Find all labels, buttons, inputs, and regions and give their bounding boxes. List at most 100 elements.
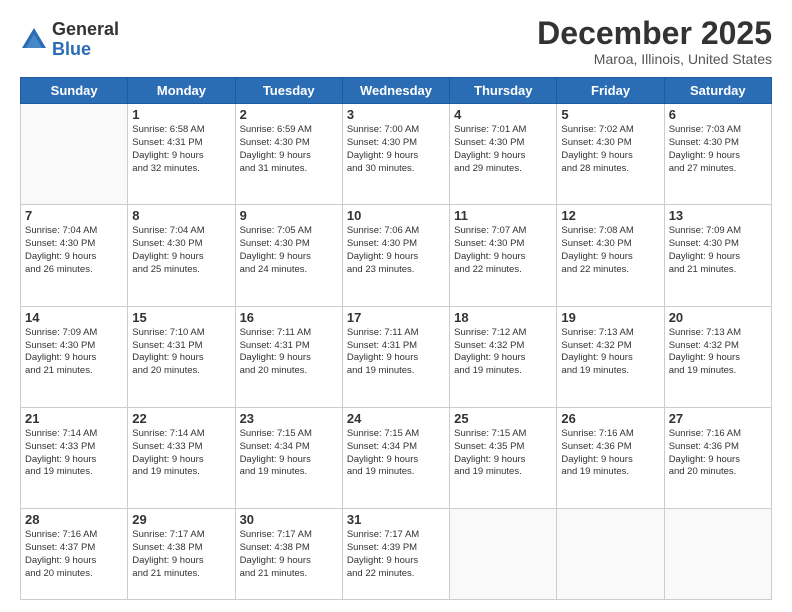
title-block: December 2025 Maroa, Illinois, United St… — [537, 16, 772, 67]
month-title: December 2025 — [537, 16, 772, 51]
day-cell — [664, 509, 771, 600]
day-number: 15 — [132, 310, 230, 325]
day-info: Sunrise: 7:04 AM Sunset: 4:30 PM Dayligh… — [25, 225, 123, 276]
day-info: Sunrise: 7:16 AM Sunset: 4:37 PM Dayligh… — [25, 529, 123, 580]
day-number: 31 — [347, 512, 445, 527]
location: Maroa, Illinois, United States — [537, 51, 772, 67]
day-header-thursday: Thursday — [450, 78, 557, 104]
day-info: Sunrise: 7:09 AM Sunset: 4:30 PM Dayligh… — [25, 327, 123, 378]
day-number: 14 — [25, 310, 123, 325]
day-cell: 29 Sunrise: 7:17 AM Sunset: 4:38 PM Dayli… — [128, 509, 235, 600]
day-number: 13 — [669, 208, 767, 223]
week-row-3: 14 Sunrise: 7:09 AM Sunset: 4:30 PM Dayli… — [21, 306, 772, 407]
day-info: Sunrise: 7:12 AM Sunset: 4:32 PM Dayligh… — [454, 327, 552, 378]
day-cell: 25 Sunrise: 7:15 AM Sunset: 4:35 PM Dayli… — [450, 407, 557, 508]
calendar-header-row: SundayMondayTuesdayWednesdayThursdayFrid… — [21, 78, 772, 104]
week-row-2: 7 Sunrise: 7:04 AM Sunset: 4:30 PM Daylig… — [21, 205, 772, 306]
day-cell: 7 Sunrise: 7:04 AM Sunset: 4:30 PM Daylig… — [21, 205, 128, 306]
day-info: Sunrise: 7:04 AM Sunset: 4:30 PM Dayligh… — [132, 225, 230, 276]
day-number: 17 — [347, 310, 445, 325]
day-number: 3 — [347, 107, 445, 122]
day-header-friday: Friday — [557, 78, 664, 104]
day-info: Sunrise: 7:17 AM Sunset: 4:39 PM Dayligh… — [347, 529, 445, 580]
day-info: Sunrise: 7:05 AM Sunset: 4:30 PM Dayligh… — [240, 225, 338, 276]
day-header-wednesday: Wednesday — [342, 78, 449, 104]
logo: General Blue — [20, 20, 119, 60]
day-number: 19 — [561, 310, 659, 325]
logo-blue: Blue — [52, 40, 119, 60]
day-info: Sunrise: 7:01 AM Sunset: 4:30 PM Dayligh… — [454, 124, 552, 175]
day-number: 30 — [240, 512, 338, 527]
day-number: 7 — [25, 208, 123, 223]
day-number: 20 — [669, 310, 767, 325]
day-cell: 17Sunrise: 7:11 AM Sunset: 4:31 PM Dayli… — [342, 306, 449, 407]
logo-text: General Blue — [52, 20, 119, 60]
day-number: 16 — [240, 310, 338, 325]
day-cell: 10Sunrise: 7:06 AM Sunset: 4:30 PM Dayli… — [342, 205, 449, 306]
day-cell: 9 Sunrise: 7:05 AM Sunset: 4:30 PM Daylig… — [235, 205, 342, 306]
day-number: 6 — [669, 107, 767, 122]
day-header-tuesday: Tuesday — [235, 78, 342, 104]
day-number: 5 — [561, 107, 659, 122]
day-info: Sunrise: 7:15 AM Sunset: 4:34 PM Dayligh… — [240, 428, 338, 479]
day-number: 29 — [132, 512, 230, 527]
day-info: Sunrise: 7:11 AM Sunset: 4:31 PM Dayligh… — [240, 327, 338, 378]
day-cell: 15 Sunrise: 7:10 AM Sunset: 4:31 PM Dayli… — [128, 306, 235, 407]
day-info: Sunrise: 7:15 AM Sunset: 4:35 PM Dayligh… — [454, 428, 552, 479]
day-info: Sunrise: 7:17 AM Sunset: 4:38 PM Dayligh… — [240, 529, 338, 580]
day-cell: 4 Sunrise: 7:01 AM Sunset: 4:30 PM Daylig… — [450, 104, 557, 205]
day-number: 11 — [454, 208, 552, 223]
day-info: Sunrise: 6:59 AM Sunset: 4:30 PM Dayligh… — [240, 124, 338, 175]
day-number: 22 — [132, 411, 230, 426]
day-cell: 2 Sunrise: 6:59 AM Sunset: 4:30 PM Daylig… — [235, 104, 342, 205]
day-cell: 27 Sunrise: 7:16 AM Sunset: 4:36 PM Dayli… — [664, 407, 771, 508]
day-cell: 26 Sunrise: 7:16 AM Sunset: 4:36 PM Dayli… — [557, 407, 664, 508]
day-cell: 13 Sunrise: 7:09 AM Sunset: 4:30 PM Dayli… — [664, 205, 771, 306]
day-cell: 18 Sunrise: 7:12 AM Sunset: 4:32 PM Dayli… — [450, 306, 557, 407]
day-info: Sunrise: 7:17 AM Sunset: 4:38 PM Dayligh… — [132, 529, 230, 580]
day-info: Sunrise: 7:15 AM Sunset: 4:34 PM Dayligh… — [347, 428, 445, 479]
day-cell: 28 Sunrise: 7:16 AM Sunset: 4:37 PM Dayli… — [21, 509, 128, 600]
logo-general: General — [52, 20, 119, 40]
day-cell: 24 Sunrise: 7:15 AM Sunset: 4:34 PM Dayli… — [342, 407, 449, 508]
day-header-saturday: Saturday — [664, 78, 771, 104]
day-cell: 30 Sunrise: 7:17 AM Sunset: 4:38 PM Dayli… — [235, 509, 342, 600]
day-cell: 19Sunrise: 7:13 AM Sunset: 4:32 PM Dayli… — [557, 306, 664, 407]
day-number: 25 — [454, 411, 552, 426]
day-number: 27 — [669, 411, 767, 426]
day-cell: 22Sunrise: 7:14 AM Sunset: 4:33 PM Dayli… — [128, 407, 235, 508]
day-number: 12 — [561, 208, 659, 223]
day-cell: 11Sunrise: 7:07 AM Sunset: 4:30 PM Dayli… — [450, 205, 557, 306]
day-number: 2 — [240, 107, 338, 122]
logo-icon — [20, 26, 48, 54]
day-info: Sunrise: 7:03 AM Sunset: 4:30 PM Dayligh… — [669, 124, 767, 175]
day-cell — [557, 509, 664, 600]
day-cell — [21, 104, 128, 205]
day-info: Sunrise: 7:00 AM Sunset: 4:30 PM Dayligh… — [347, 124, 445, 175]
day-cell — [450, 509, 557, 600]
day-number: 9 — [240, 208, 338, 223]
page: General Blue December 2025 Maroa, Illino… — [0, 0, 792, 612]
week-row-4: 21Sunrise: 7:14 AM Sunset: 4:33 PM Dayli… — [21, 407, 772, 508]
day-info: Sunrise: 7:10 AM Sunset: 4:31 PM Dayligh… — [132, 327, 230, 378]
day-number: 4 — [454, 107, 552, 122]
day-cell: 16 Sunrise: 7:11 AM Sunset: 4:31 PM Dayli… — [235, 306, 342, 407]
header: General Blue December 2025 Maroa, Illino… — [20, 16, 772, 67]
day-cell: 14 Sunrise: 7:09 AM Sunset: 4:30 PM Dayli… — [21, 306, 128, 407]
day-cell: 21Sunrise: 7:14 AM Sunset: 4:33 PM Dayli… — [21, 407, 128, 508]
day-info: Sunrise: 7:16 AM Sunset: 4:36 PM Dayligh… — [669, 428, 767, 479]
day-number: 18 — [454, 310, 552, 325]
day-info: Sunrise: 7:08 AM Sunset: 4:30 PM Dayligh… — [561, 225, 659, 276]
day-number: 8 — [132, 208, 230, 223]
day-number: 10 — [347, 208, 445, 223]
day-cell: 5Sunrise: 7:02 AM Sunset: 4:30 PM Daylig… — [557, 104, 664, 205]
day-number: 24 — [347, 411, 445, 426]
day-info: Sunrise: 7:13 AM Sunset: 4:32 PM Dayligh… — [669, 327, 767, 378]
week-row-1: 1Sunrise: 6:58 AM Sunset: 4:31 PM Daylig… — [21, 104, 772, 205]
calendar: SundayMondayTuesdayWednesdayThursdayFrid… — [20, 77, 772, 600]
day-number: 28 — [25, 512, 123, 527]
day-number: 26 — [561, 411, 659, 426]
day-info: Sunrise: 7:09 AM Sunset: 4:30 PM Dayligh… — [669, 225, 767, 276]
day-cell: 1Sunrise: 6:58 AM Sunset: 4:31 PM Daylig… — [128, 104, 235, 205]
day-info: Sunrise: 7:16 AM Sunset: 4:36 PM Dayligh… — [561, 428, 659, 479]
